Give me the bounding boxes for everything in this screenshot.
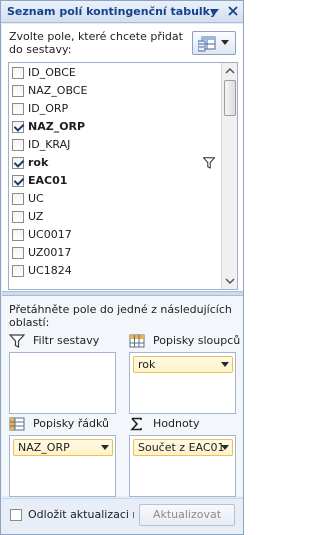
field-list-layout-icon [198, 36, 216, 52]
field-row[interactable]: NAZ_ORP [9, 118, 221, 136]
column-labels-drop-area[interactable]: rok [129, 352, 236, 414]
report-filter-header: Filtr sestavy [9, 333, 119, 349]
chevron-down-icon[interactable] [101, 445, 109, 451]
field-list: UC1824 UZ0017 UC0017 UZ UC EAC01 rok ID_KRAJ NAZ… [8, 62, 238, 290]
row-labels-icon [9, 417, 25, 431]
field-checkbox[interactable] [12, 121, 24, 133]
field-row[interactable]: NAZ_OBCE [9, 82, 221, 100]
field-label: UZ [28, 210, 44, 223]
values-header: Hodnoty [129, 416, 241, 432]
field-checkbox[interactable] [12, 229, 24, 241]
field-selection-instructions: Zvolte pole, které chcete přidat do sest… [9, 30, 183, 56]
row-field-chip[interactable]: NAZ_ORP [13, 439, 113, 456]
field-row[interactable]: UZ0017 [9, 244, 221, 262]
field-row[interactable]: EAC01 [9, 172, 221, 190]
filter-applied-icon [203, 157, 215, 169]
column-labels-icon [129, 334, 145, 348]
field-label: ID_ORP [28, 102, 69, 115]
field-row[interactable]: UZ [9, 208, 221, 226]
field-checkbox[interactable] [12, 139, 24, 151]
field-row[interactable]: UC1824 [9, 262, 221, 280]
column-field-chip[interactable]: rok [133, 356, 233, 373]
field-label: UZ0017 [28, 246, 72, 259]
field-checkbox[interactable] [12, 193, 24, 205]
field-checkbox[interactable] [12, 85, 24, 97]
chevron-down-icon [221, 40, 229, 45]
field-checkbox[interactable] [12, 175, 24, 187]
field-label: UC [28, 192, 44, 205]
scroll-down-icon[interactable] [222, 273, 238, 289]
field-row[interactable]: ID_KRAJ [9, 136, 221, 154]
field-row[interactable]: ID_ORP [9, 100, 221, 118]
field-row[interactable]: rok [9, 154, 221, 172]
report-filter-drop-area[interactable] [9, 352, 116, 414]
column-labels-label: Popisky sloupců [153, 334, 241, 347]
sigma-icon [130, 417, 142, 431]
field-row[interactable]: UC [9, 190, 221, 208]
field-checkbox[interactable] [12, 103, 24, 115]
column-labels-header: Popisky sloupců [129, 333, 241, 349]
field-label: ID_OBCE [28, 66, 76, 79]
row-field-chip-label: NAZ_ORP [18, 441, 70, 454]
chevron-down-icon[interactable] [221, 362, 229, 368]
field-row[interactable]: UC0017 [9, 226, 221, 244]
update-button[interactable]: Aktualizovat [139, 504, 235, 526]
scrollbar-thumb[interactable] [224, 80, 236, 116]
row-labels-header: Popisky řádků [9, 416, 119, 432]
field-label: NAZ_ORP [28, 120, 86, 133]
values-label: Hodnoty [153, 417, 200, 430]
field-label: EAC01 [28, 174, 68, 187]
pane-options-dropdown-icon[interactable] [211, 7, 219, 15]
pane-title: Seznam polí kontingenční tabulky [7, 5, 218, 18]
field-checkbox[interactable] [12, 157, 24, 169]
drag-instructions: Přetáhněte pole do jedné z následujících… [9, 303, 232, 329]
layout-areas-section: Přetáhněte pole do jedné z následujících… [2, 296, 243, 497]
values-drop-area[interactable]: Součet z EAC01 [129, 435, 236, 497]
field-checkbox[interactable] [12, 265, 24, 277]
report-filter-label: Filtr sestavy [33, 334, 100, 347]
field-checkbox[interactable] [12, 211, 24, 223]
pivot-field-list-pane: Seznam polí kontingenční tabulky Zvolte … [0, 0, 244, 535]
field-label: rok [28, 156, 49, 169]
title-bar: Seznam polí kontingenční tabulky [1, 1, 243, 23]
scroll-up-icon[interactable] [222, 63, 238, 79]
field-checkbox[interactable] [12, 67, 24, 79]
value-field-chip-label: Součet z EAC01 [138, 441, 225, 454]
row-labels-drop-area[interactable]: NAZ_ORP [9, 435, 116, 497]
field-label: UC1824 [28, 264, 72, 277]
field-row[interactable]: ID_OBCE [9, 64, 221, 82]
close-icon[interactable] [227, 5, 239, 17]
column-field-chip-label: rok [138, 358, 156, 371]
field-label: ID_KRAJ [28, 138, 71, 151]
field-label: UC0017 [28, 228, 72, 241]
row-labels-label: Popisky řádků [33, 417, 109, 430]
defer-update-checkbox[interactable] [10, 509, 22, 521]
field-list-scrollbar[interactable] [221, 63, 238, 289]
field-label: NAZ_OBCE [28, 84, 88, 97]
defer-update-label: Odložit aktualizaci rozlo... [28, 508, 134, 521]
value-field-chip[interactable]: Součet z EAC01 [133, 439, 233, 456]
layout-options-button[interactable] [192, 31, 236, 55]
filter-icon [9, 334, 25, 348]
bottom-bar: Odložit aktualizaci rozlo... Aktualizova… [2, 498, 243, 534]
field-checkbox[interactable] [12, 247, 24, 259]
chevron-down-icon[interactable] [221, 445, 229, 451]
field-selection-section: Zvolte pole, které chcete přidat do sest… [2, 24, 243, 291]
